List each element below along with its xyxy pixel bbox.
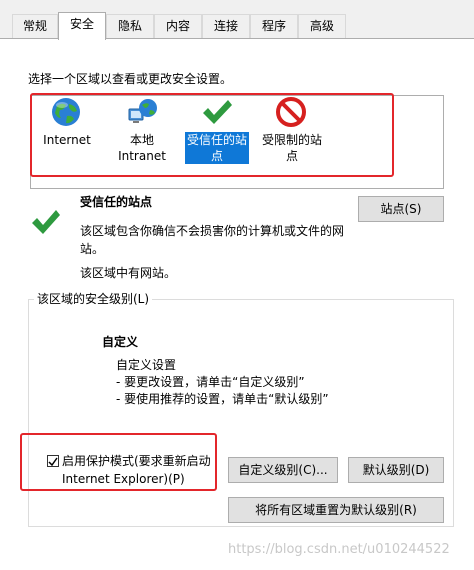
tab-label: 连接 <box>213 19 238 33</box>
selected-zone-description: 该区域包含你确信不会损害你的计算机或文件的网 站。 <box>80 222 360 258</box>
default-level-button[interactable]: 默认级别(D) <box>348 457 444 483</box>
sites-note: 该区域中有网站。 <box>80 266 177 280</box>
description-line: 该区域包含你确信不会损害你的计算机或文件的网 <box>80 224 345 238</box>
tab-connections[interactable]: 连接 <box>202 14 250 38</box>
custom-desc-line: - 要更改设置，请单击“自定义级别” <box>116 375 305 389</box>
tab-content[interactable]: 内容 <box>154 14 202 38</box>
zone-prompt: 选择一个区域以查看或更改安全设置。 <box>28 72 233 86</box>
tab-programs[interactable]: 程序 <box>250 14 298 38</box>
security-level-group <box>28 299 454 527</box>
tab-label: 安全 <box>69 17 94 31</box>
custom-level-button[interactable]: 自定义级别(C)... <box>228 457 338 483</box>
tab-label: 程序 <box>261 19 286 33</box>
tab-label: 常规 <box>22 19 47 33</box>
description-line: 站。 <box>80 242 105 256</box>
tab-general[interactable]: 常规 <box>12 14 58 38</box>
custom-desc-line: - 要使用推荐的设置，请单击“默认级别” <box>116 392 329 406</box>
selected-zone-title: 受信任的站点 <box>80 195 153 209</box>
watermark: https://blog.csdn.net/u010244522 <box>228 542 450 557</box>
tab-label: 高级 <box>309 19 334 33</box>
tab-privacy[interactable]: 隐私 <box>106 14 154 38</box>
zones-highlight <box>30 93 394 177</box>
custom-desc-line: 自定义设置 <box>116 358 177 372</box>
protected-mode-highlight <box>20 433 217 491</box>
tab-label: 隐私 <box>117 19 142 33</box>
trusted-check-icon <box>30 207 62 239</box>
tab-security[interactable]: 安全 <box>58 12 106 40</box>
reset-all-zones-button[interactable]: 将所有区域重置为默认级别(R) <box>228 497 444 523</box>
custom-level-title: 自定义 <box>102 335 139 349</box>
tab-bar: 常规 安全 隐私 内容 连接 程序 高级 <box>0 0 474 40</box>
sites-button[interactable]: 站点(S) <box>358 196 444 222</box>
tab-advanced[interactable]: 高级 <box>298 14 346 38</box>
security-level-legend: 该区域的安全级别(L) <box>34 290 153 307</box>
tab-label: 内容 <box>165 19 190 33</box>
custom-level-description: 自定义设置 - 要更改设置，请单击“自定义级别” - 要使用推荐的设置，请单击“… <box>116 357 329 408</box>
